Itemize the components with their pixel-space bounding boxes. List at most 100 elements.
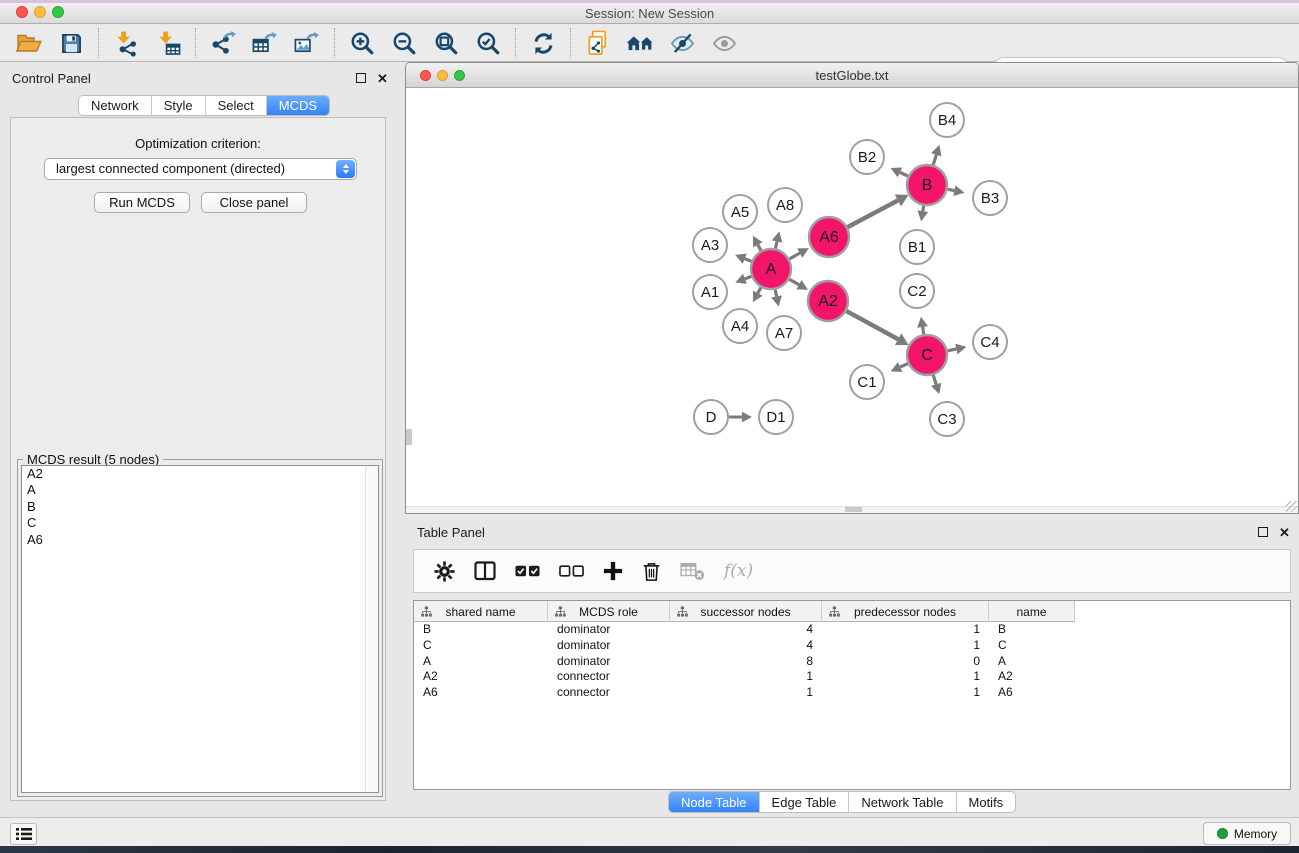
edge-B-B3[interactable] xyxy=(948,185,965,196)
cell-successor-nodes[interactable]: 1 xyxy=(670,685,822,701)
create-column-button[interactable] xyxy=(603,561,623,581)
cell-name[interactable]: B xyxy=(989,622,1075,638)
export-table-button[interactable] xyxy=(248,26,282,60)
node-B4[interactable]: B4 xyxy=(930,103,964,137)
cell-predecessor-nodes[interactable]: 1 xyxy=(822,638,989,654)
mcds-result-list[interactable]: A2ABCA6 xyxy=(21,465,379,793)
node-B[interactable]: B xyxy=(907,165,947,205)
cell-name[interactable]: A xyxy=(989,654,1075,670)
cell-shared-name[interactable]: A6 xyxy=(414,685,548,701)
edge-C-C3[interactable] xyxy=(931,375,941,394)
cell-shared-name[interactable]: B xyxy=(414,622,548,638)
select-all-columns-button[interactable] xyxy=(515,565,540,577)
node-D1[interactable]: D1 xyxy=(759,400,793,434)
cell-shared-name[interactable]: A2 xyxy=(414,669,548,685)
edge-A-A2[interactable] xyxy=(789,279,808,289)
tab-network-table[interactable]: Network Table xyxy=(848,792,955,812)
network-graph[interactable]: B4B2BB3A8A5A6A3B1AA1C2A2A4A7C4CC1C3DD1 xyxy=(406,88,1298,513)
task-history-button[interactable] xyxy=(10,823,37,845)
node-D[interactable]: D xyxy=(694,400,728,434)
network-canvas[interactable]: B4B2BB3A8A5A6A3B1AA1C2A2A4A7C4CC1C3DD1 xyxy=(406,88,1298,513)
edge-B-B4[interactable] xyxy=(931,145,941,165)
cell-name[interactable]: C xyxy=(989,638,1075,654)
edge-B-B2[interactable] xyxy=(891,167,908,177)
edge-A-A1[interactable] xyxy=(735,274,751,284)
zoom-fit-button[interactable] xyxy=(429,26,463,60)
criterion-dropdown[interactable]: largest connected component (directed) xyxy=(44,158,357,180)
edge-A6-B[interactable] xyxy=(848,195,909,228)
tab-style[interactable]: Style xyxy=(151,96,205,115)
cell-predecessor-nodes[interactable]: 0 xyxy=(822,654,989,670)
result-list-scrollbar[interactable] xyxy=(365,466,378,792)
cell-shared-name[interactable]: A xyxy=(414,654,548,670)
show-graphics-details-button[interactable] xyxy=(707,26,741,60)
node-B1[interactable]: B1 xyxy=(900,230,934,264)
cell-MCDS-role[interactable]: dominator xyxy=(548,638,670,654)
table-row[interactable]: A6connector11A6 xyxy=(414,685,1290,701)
edge-A-A7[interactable] xyxy=(771,290,782,307)
control-panel-float-icon[interactable] xyxy=(356,73,366,83)
cell-name[interactable]: A6 xyxy=(989,685,1075,701)
cell-successor-nodes[interactable]: 4 xyxy=(670,622,822,638)
edge-C-C2[interactable] xyxy=(917,317,928,335)
cell-MCDS-role[interactable]: dominator xyxy=(548,654,670,670)
edge-D-D1[interactable] xyxy=(729,412,752,422)
cell-predecessor-nodes[interactable]: 1 xyxy=(822,669,989,685)
column-header-name[interactable]: name xyxy=(989,601,1075,622)
edge-A-A3[interactable] xyxy=(735,254,751,264)
cell-MCDS-role[interactable]: connector xyxy=(548,685,670,701)
vertical-scrollbar-thumb[interactable] xyxy=(406,429,412,445)
edge-C-C1[interactable] xyxy=(891,362,908,372)
new-network-from-selection-button[interactable] xyxy=(581,26,615,60)
edge-A-A4[interactable] xyxy=(753,287,763,302)
refresh-button[interactable] xyxy=(526,26,560,60)
node-A8[interactable]: A8 xyxy=(768,188,802,222)
run-mcds-button[interactable]: Run MCDS xyxy=(94,192,190,213)
control-panel-close-icon[interactable]: ✕ xyxy=(377,73,388,85)
mcds-result-item[interactable]: A6 xyxy=(22,532,378,548)
zoom-selected-button[interactable] xyxy=(471,26,505,60)
memory-button[interactable]: Memory xyxy=(1203,822,1291,845)
cell-predecessor-nodes[interactable]: 1 xyxy=(822,622,989,638)
mcds-result-item[interactable]: A xyxy=(22,482,378,498)
settings-button[interactable] xyxy=(434,561,455,582)
node-A7[interactable]: A7 xyxy=(767,316,801,350)
cell-predecessor-nodes[interactable]: 1 xyxy=(822,685,989,701)
table-row[interactable]: Adominator80A xyxy=(414,654,1290,670)
cell-successor-nodes[interactable]: 1 xyxy=(670,669,822,685)
node-C1[interactable]: C1 xyxy=(850,365,884,399)
node-C3[interactable]: C3 xyxy=(930,402,964,436)
edge-B-B1[interactable] xyxy=(917,206,928,222)
show-panels-button[interactable] xyxy=(623,26,657,60)
unselect-all-columns-button[interactable] xyxy=(559,565,584,577)
edge-C-C4[interactable] xyxy=(948,344,967,355)
column-header-successor-nodes[interactable]: successor nodes xyxy=(670,601,822,622)
table-row[interactable]: Bdominator41B xyxy=(414,622,1290,638)
cell-MCDS-role[interactable]: connector xyxy=(548,669,670,685)
node-A6[interactable]: A6 xyxy=(809,217,849,257)
hide-graphics-details-button[interactable] xyxy=(665,26,699,60)
resize-grip[interactable] xyxy=(1286,501,1297,512)
node-B3[interactable]: B3 xyxy=(973,181,1007,215)
mcds-result-item[interactable]: C xyxy=(22,515,378,531)
node-A[interactable]: A xyxy=(751,249,791,289)
edge-A2-C[interactable] xyxy=(846,311,908,345)
zoom-out-button[interactable] xyxy=(387,26,421,60)
tab-motifs[interactable]: Motifs xyxy=(956,792,1016,812)
import-network-from-file-button[interactable] xyxy=(109,26,143,60)
column-header-predecessor-nodes[interactable]: predecessor nodes xyxy=(822,601,989,622)
export-image-button[interactable] xyxy=(290,26,324,60)
table-row[interactable]: A2connector11A2 xyxy=(414,669,1290,685)
cell-successor-nodes[interactable]: 8 xyxy=(670,654,822,670)
mcds-result-item[interactable]: A2 xyxy=(22,466,378,482)
horizontal-scrollbar-track[interactable] xyxy=(406,506,1298,513)
node-C4[interactable]: C4 xyxy=(973,325,1007,359)
column-header-shared-name[interactable]: shared name xyxy=(414,601,548,622)
column-header-MCDS-role[interactable]: MCDS role xyxy=(548,601,670,622)
tab-mcds[interactable]: MCDS xyxy=(266,96,329,115)
import-table-from-file-button[interactable] xyxy=(151,26,185,60)
tab-node-table[interactable]: Node Table xyxy=(669,792,759,812)
node-A2[interactable]: A2 xyxy=(808,281,848,321)
mcds-result-item[interactable]: B xyxy=(22,499,378,515)
table-row[interactable]: Cdominator41C xyxy=(414,638,1290,654)
